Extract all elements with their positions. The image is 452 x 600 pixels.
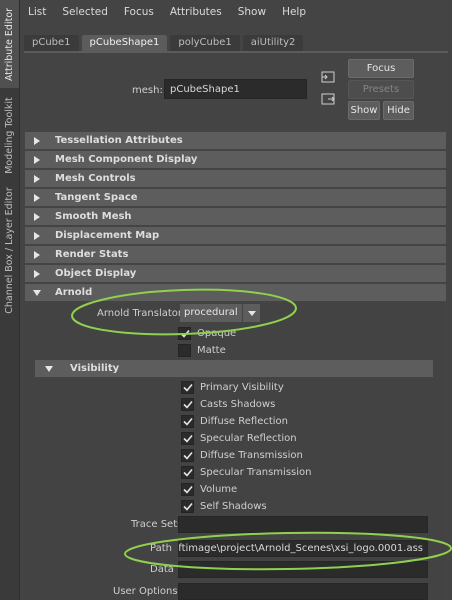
path-field[interactable]: C:\softimage\support\softimage\project\A… [178, 540, 428, 557]
section-mesh-component-display[interactable]: Mesh Component Display [25, 151, 446, 168]
collapsed-arrow-icon [33, 250, 41, 260]
section-mesh-controls[interactable]: Mesh Controls [25, 170, 446, 187]
specular-reflection-label: Specular Reflection [200, 433, 297, 444]
volume-checkbox[interactable] [181, 483, 194, 496]
show-button[interactable]: Show [348, 101, 380, 120]
user-options-field[interactable] [178, 583, 428, 600]
casts-shadows-row[interactable]: Casts Shadows [181, 398, 275, 411]
section-render-stats[interactable]: Render Stats [25, 246, 446, 263]
diffuse-transmission-row[interactable]: Diffuse Transmission [181, 449, 303, 462]
attribute-sections: Tessellation Attributes Mesh Component D… [25, 132, 446, 303]
menu-list[interactable]: List [20, 6, 54, 18]
diffuse-transmission-label: Diffuse Transmission [200, 450, 303, 461]
volume-row[interactable]: Volume [181, 483, 237, 496]
diffuse-reflection-label: Diffuse Reflection [200, 416, 289, 427]
opaque-checkbox-row[interactable]: Opaque [178, 327, 236, 340]
section-arnold[interactable]: Arnold [25, 284, 446, 301]
opaque-label: Opaque [197, 328, 237, 339]
trace-sets-label: Trace Sets [131, 519, 183, 530]
diffuse-transmission-checkbox[interactable] [181, 449, 194, 462]
side-tab-attribute-editor[interactable]: Attribute Editor [0, 0, 19, 88]
menu-show[interactable]: Show [230, 6, 274, 18]
node-tabs: pCube1 pCubeShape1 polyCube1 aiUtility2 [24, 35, 306, 51]
matte-label: Matte [197, 345, 226, 356]
load-input-icon[interactable] [321, 71, 335, 83]
menu-help[interactable]: Help [274, 6, 314, 18]
dropdown-arrow-icon [243, 304, 260, 322]
specular-reflection-checkbox[interactable] [181, 432, 194, 445]
self-shadows-label: Self Shadows [200, 501, 267, 512]
collapsed-arrow-icon [33, 136, 41, 146]
data-field[interactable] [178, 561, 428, 578]
tab-aiutility2[interactable]: aiUtility2 [242, 35, 304, 51]
section-tangent-space[interactable]: Tangent Space [25, 189, 446, 206]
menu-attributes[interactable]: Attributes [162, 6, 230, 18]
specular-transmission-checkbox[interactable] [181, 466, 194, 479]
collapsed-arrow-icon [33, 212, 41, 222]
collapsed-arrow-icon [33, 155, 41, 165]
focus-button[interactable]: Focus [348, 59, 414, 78]
section-tessellation-attributes[interactable]: Tessellation Attributes [25, 132, 446, 149]
self-shadows-checkbox[interactable] [181, 500, 194, 513]
specular-transmission-row[interactable]: Specular Transmission [181, 466, 311, 479]
collapsed-arrow-icon [33, 269, 41, 279]
path-label: Path [150, 543, 172, 554]
side-tab-channel-box[interactable]: Channel Box / Layer Editor [0, 184, 19, 316]
diffuse-reflection-row[interactable]: Diffuse Reflection [181, 415, 288, 428]
trace-sets-field[interactable] [178, 516, 428, 533]
expanded-arrow-icon [33, 288, 41, 298]
menu-selected[interactable]: Selected [54, 6, 116, 18]
section-displacement-map[interactable]: Displacement Map [25, 227, 446, 244]
section-object-display[interactable]: Object Display [25, 265, 446, 282]
arnold-translator-dropdown[interactable]: procedural [180, 304, 260, 322]
side-tab-modeling-toolkit[interactable]: Modeling Toolkit [0, 90, 19, 180]
tab-pcube1[interactable]: pCube1 [24, 35, 79, 51]
specular-transmission-label: Specular Transmission [200, 467, 312, 478]
volume-label: Volume [200, 484, 238, 495]
go-to-output-icon[interactable] [321, 93, 335, 105]
node-name-field[interactable]: pCubeShape1 [164, 79, 307, 99]
user-options-label: User Options [113, 586, 178, 597]
arnold-translator-label: Arnold Translator [97, 308, 183, 319]
primary-visibility-label: Primary Visibility [200, 382, 284, 393]
data-label: Data [150, 564, 174, 575]
matte-checkbox-row[interactable]: Matte [178, 344, 226, 357]
collapsed-arrow-icon [33, 174, 41, 184]
tab-polycube1[interactable]: polyCube1 [170, 35, 240, 51]
primary-visibility-checkbox[interactable] [181, 381, 194, 394]
tab-pcubeshape1[interactable]: pCubeShape1 [81, 35, 168, 51]
node-type-label: mesh: [132, 85, 163, 96]
section-smooth-mesh[interactable]: Smooth Mesh [25, 208, 446, 225]
tab-underline [24, 51, 448, 53]
side-tab-bar: Attribute Editor Modeling Toolkit Channe… [0, 0, 20, 600]
diffuse-reflection-checkbox[interactable] [181, 415, 194, 428]
menu-focus[interactable]: Focus [116, 6, 162, 18]
expanded-arrow-icon [44, 365, 54, 372]
section-visibility[interactable]: Visibility [35, 360, 433, 377]
hide-button[interactable]: Hide [383, 101, 414, 120]
casts-shadows-checkbox[interactable] [181, 398, 194, 411]
casts-shadows-label: Casts Shadows [200, 399, 276, 410]
primary-visibility-row[interactable]: Primary Visibility [181, 381, 284, 394]
matte-checkbox[interactable] [178, 344, 191, 357]
opaque-checkbox[interactable] [178, 327, 191, 340]
collapsed-arrow-icon [33, 193, 41, 203]
menu-bar: List Selected Focus Attributes Show Help [20, 0, 452, 24]
arnold-translator-value: procedural [180, 304, 242, 322]
specular-reflection-row[interactable]: Specular Reflection [181, 432, 297, 445]
self-shadows-row[interactable]: Self Shadows [181, 500, 267, 513]
presets-button[interactable]: Presets [348, 80, 414, 99]
collapsed-arrow-icon [33, 231, 41, 241]
